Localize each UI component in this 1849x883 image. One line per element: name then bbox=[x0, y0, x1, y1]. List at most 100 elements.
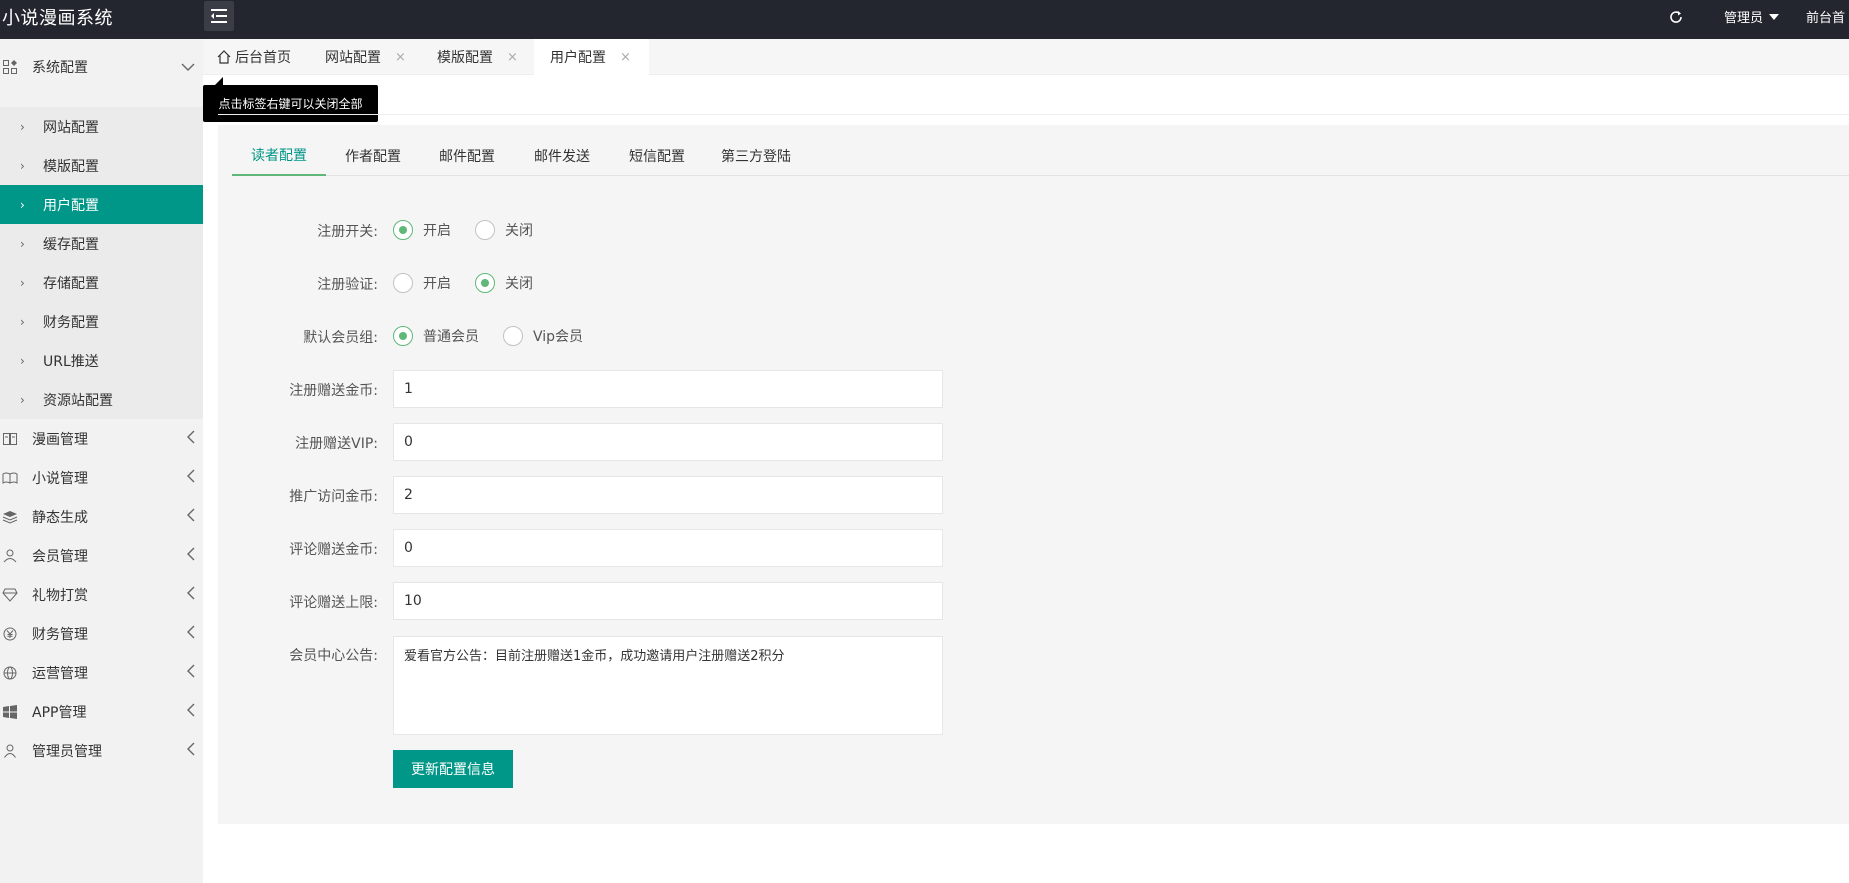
close-icon[interactable]: × bbox=[620, 50, 631, 65]
chevron-right-icon: › bbox=[20, 119, 25, 134]
chevron-left-icon bbox=[187, 508, 195, 526]
radio-label: 普通会员 bbox=[423, 329, 479, 345]
chevron-left-icon bbox=[187, 430, 195, 448]
tab-label: 模版配置 bbox=[437, 50, 493, 66]
chevron-down-icon bbox=[181, 59, 195, 75]
sidebar-item-label: 模版配置 bbox=[43, 158, 99, 175]
sidebar-item-finance-config[interactable]: › 财务配置 bbox=[0, 302, 203, 341]
register-verify-on-radio[interactable]: 开启 bbox=[393, 273, 451, 293]
sidebar-group-admins[interactable]: 管理员管理 bbox=[0, 731, 203, 770]
sidebar-group-novel[interactable]: 小说管理 bbox=[0, 458, 203, 497]
sidebar-group-members[interactable]: 会员管理 bbox=[0, 536, 203, 575]
comment-gold-input[interactable]: 0 bbox=[393, 529, 943, 567]
tab-template-config[interactable]: 模版配置 × bbox=[437, 39, 518, 75]
default-group-vip-radio[interactable]: Vip会员 bbox=[503, 326, 583, 346]
divider bbox=[218, 114, 1849, 115]
register-verify-label: 注册验证: bbox=[317, 277, 378, 293]
sidebar-item-url-push[interactable]: › URL推送 bbox=[0, 341, 203, 380]
reg-vip-label: 注册赠送VIP: bbox=[295, 436, 378, 452]
sidebar-item-label: 缓存配置 bbox=[43, 236, 99, 253]
sidebar-group-label: 会员管理 bbox=[32, 548, 88, 565]
close-icon[interactable]: × bbox=[395, 50, 406, 65]
notice-textarea[interactable]: 爱看官方公告：目前注册赠送1金币，成功邀请用户注册赠送2积分 bbox=[393, 636, 943, 735]
subtab-author-config[interactable]: 作者配置 bbox=[326, 135, 420, 176]
front-page-link[interactable]: 前台首 bbox=[1806, 0, 1845, 33]
promo-gold-label: 推广访问金币: bbox=[289, 489, 378, 505]
sidebar-group-finance[interactable]: 财务管理 bbox=[0, 614, 203, 653]
register-switch-on-radio[interactable]: 开启 bbox=[393, 220, 451, 240]
menu-toggle-button[interactable] bbox=[204, 1, 234, 31]
refresh-button[interactable] bbox=[1668, 0, 1688, 33]
chevron-right-icon: › bbox=[20, 236, 25, 251]
close-icon[interactable]: × bbox=[507, 50, 518, 65]
chevron-left-icon bbox=[187, 742, 195, 760]
tab-user-config[interactable]: 用户配置 × bbox=[534, 39, 649, 75]
chevron-left-icon bbox=[187, 586, 195, 604]
book-icon bbox=[2, 470, 18, 486]
sidebar-group-operations[interactable]: 运营管理 bbox=[0, 653, 203, 692]
chevron-right-icon: › bbox=[20, 197, 25, 212]
sidebar-group-app[interactable]: APP管理 bbox=[0, 692, 203, 731]
radio-label: Vip会员 bbox=[533, 329, 584, 345]
tab-site-config[interactable]: 网站配置 × bbox=[325, 39, 406, 75]
update-config-button[interactable]: 更新配置信息 bbox=[393, 750, 513, 788]
sidebar-group-label: 小说管理 bbox=[32, 470, 88, 487]
sidebar-group-label: APP管理 bbox=[32, 704, 87, 721]
diamond-icon bbox=[2, 587, 18, 603]
sidebar-item-storage-config[interactable]: › 存储配置 bbox=[0, 263, 203, 302]
register-switch-label: 注册开关: bbox=[317, 224, 378, 240]
tab-home[interactable]: 后台首页 bbox=[217, 39, 291, 75]
chevron-right-icon: › bbox=[20, 314, 25, 329]
windows-icon bbox=[2, 704, 18, 720]
sidebar-item-template-config[interactable]: › 模版配置 bbox=[0, 146, 203, 185]
refresh-icon bbox=[1670, 10, 1682, 23]
sidebar-group-label: 礼物打赏 bbox=[32, 587, 88, 604]
sidebar-group-comic[interactable]: 漫画管理 bbox=[0, 419, 203, 458]
promo-gold-input[interactable]: 2 bbox=[393, 476, 943, 514]
home-icon bbox=[217, 50, 231, 64]
sidebar-group-label: 漫画管理 bbox=[32, 431, 88, 448]
admin-menu[interactable]: 管理员 bbox=[1724, 0, 1780, 33]
radio-checked-icon bbox=[393, 326, 413, 346]
sidebar-group-label: 运营管理 bbox=[32, 665, 88, 682]
subtab-mail-send[interactable]: 邮件发送 bbox=[515, 135, 609, 176]
radio-label: 开启 bbox=[423, 276, 451, 292]
sidebar-group-system-config[interactable]: 系统配置 bbox=[0, 47, 203, 86]
person-icon bbox=[2, 743, 18, 759]
subtab-sms-config[interactable]: 短信配置 bbox=[610, 135, 704, 176]
comic-icon bbox=[2, 431, 18, 447]
default-group-normal-radio[interactable]: 普通会员 bbox=[393, 326, 479, 346]
sidebar-item-label: 存储配置 bbox=[43, 275, 99, 292]
subtab-reader-config[interactable]: 读者配置 bbox=[232, 135, 326, 176]
reg-vip-input[interactable]: 0 bbox=[393, 423, 943, 461]
radio-unchecked-icon bbox=[393, 273, 413, 293]
sidebar-item-site-config[interactable]: › 网站配置 bbox=[0, 107, 203, 146]
notice-label: 会员中心公告: bbox=[289, 648, 378, 664]
chevron-left-icon bbox=[187, 547, 195, 565]
sidebar-group-label: 财务管理 bbox=[32, 626, 88, 643]
sidebar-group-gifts[interactable]: 礼物打赏 bbox=[0, 575, 203, 614]
sidebar-item-user-config[interactable]: › 用户配置 bbox=[0, 185, 203, 224]
radio-label: 关闭 bbox=[505, 276, 533, 292]
comment-limit-input[interactable]: 10 bbox=[393, 582, 943, 620]
sidebar-group-label: 系统配置 bbox=[32, 59, 88, 76]
subtab-third-party-login[interactable]: 第三方登陆 bbox=[704, 135, 808, 176]
reg-gold-input[interactable]: 1 bbox=[393, 370, 943, 408]
reg-gold-label: 注册赠送金币: bbox=[289, 383, 378, 399]
yen-icon bbox=[2, 626, 18, 642]
radio-checked-icon bbox=[393, 220, 413, 240]
admin-label: 管理员 bbox=[1724, 11, 1764, 26]
radio-label: 开启 bbox=[423, 223, 451, 239]
sidebar-group-static[interactable]: 静态生成 bbox=[0, 497, 203, 536]
comment-gold-label: 评论赠送金币: bbox=[289, 542, 378, 558]
register-switch-off-radio[interactable]: 关闭 bbox=[475, 220, 533, 240]
subtab-mail-config[interactable]: 邮件配置 bbox=[420, 135, 514, 176]
sidebar-item-cache-config[interactable]: › 缓存配置 bbox=[0, 224, 203, 263]
tab-label: 网站配置 bbox=[325, 50, 381, 66]
chevron-left-icon bbox=[187, 625, 195, 643]
caret-down-icon bbox=[1769, 13, 1780, 20]
radio-checked-icon bbox=[475, 273, 495, 293]
tab-label: 用户配置 bbox=[550, 50, 606, 66]
register-verify-off-radio[interactable]: 关闭 bbox=[475, 273, 533, 293]
sidebar-item-resource-config[interactable]: › 资源站配置 bbox=[0, 380, 203, 419]
